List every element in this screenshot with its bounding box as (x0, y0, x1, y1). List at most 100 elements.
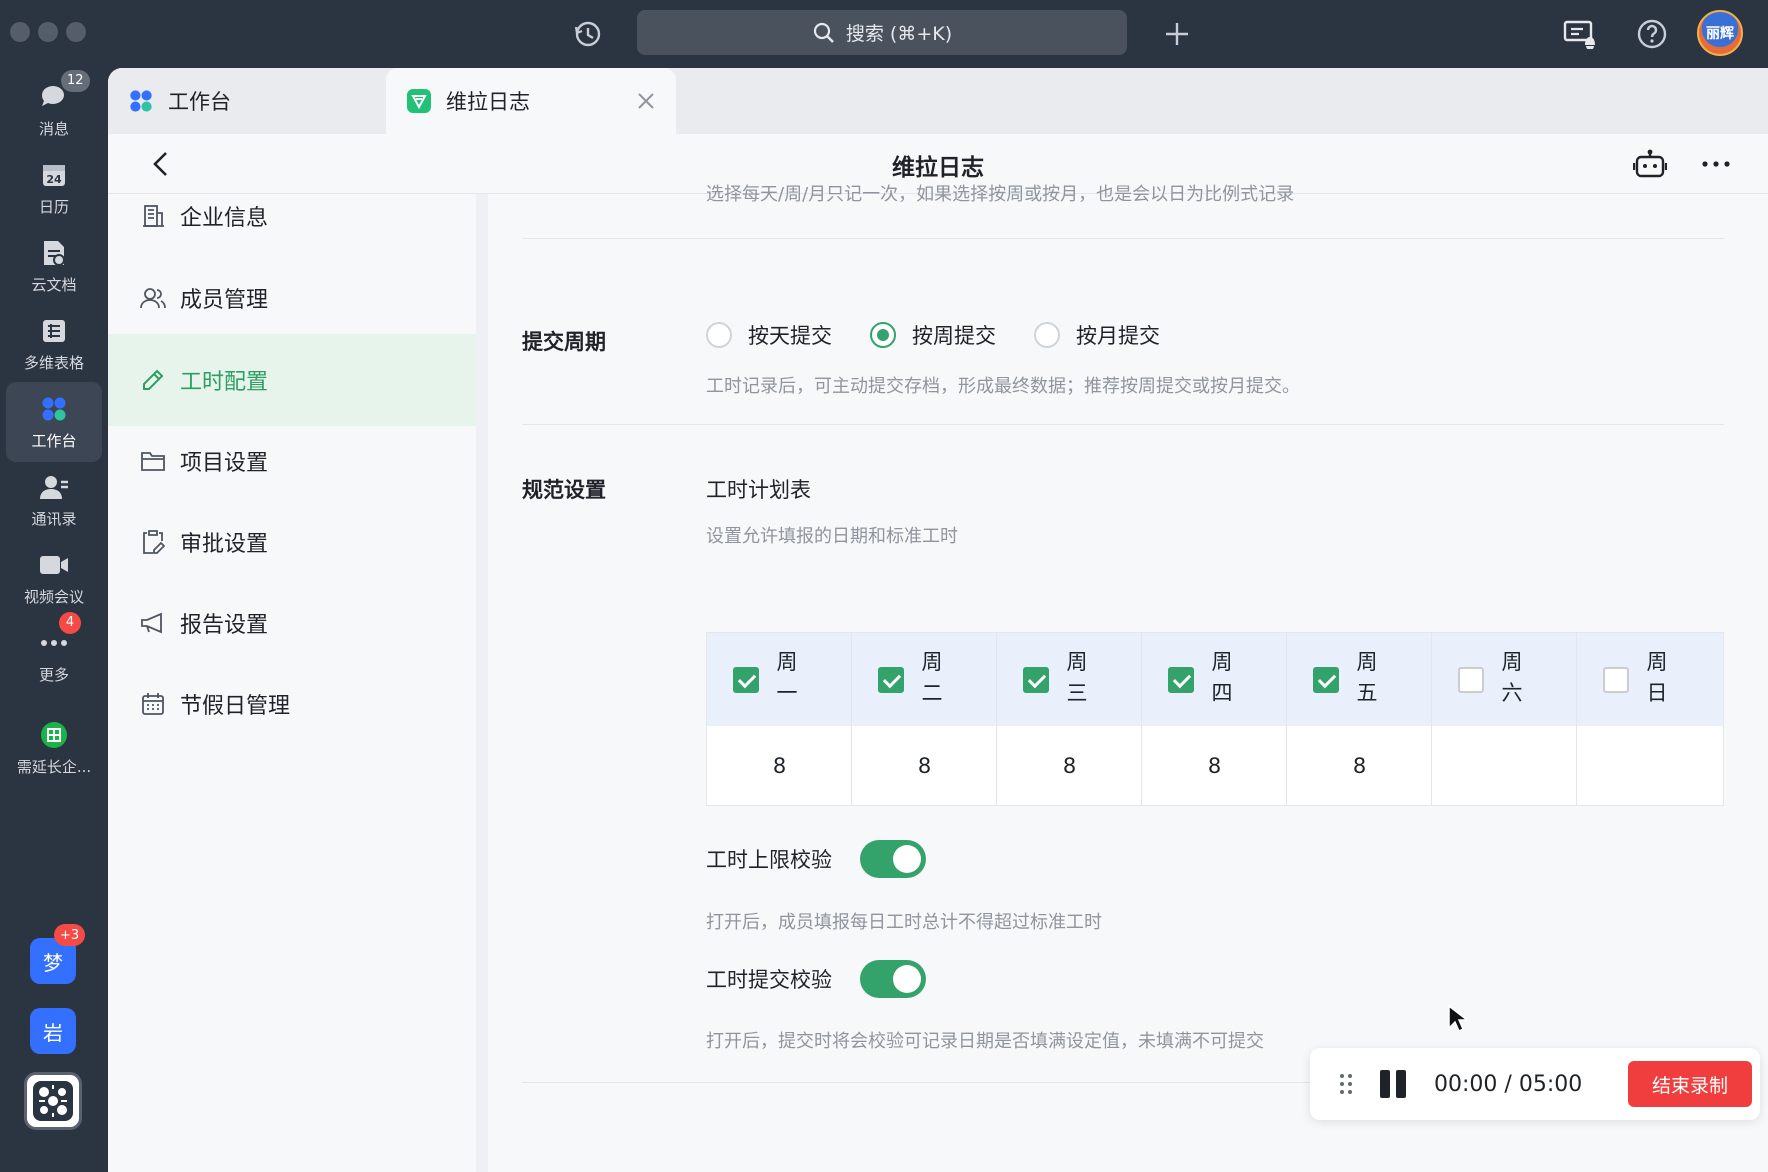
pinned-chat-badge: +3 (54, 924, 86, 946)
workbench-icon (39, 394, 69, 424)
tab-bar: 工作台 维拉日志 (108, 68, 1768, 134)
schedule-title: 工时计划表 (706, 478, 811, 502)
day-checkbox-sat[interactable] (1458, 667, 1484, 693)
nav-item-report-settings[interactable]: 报告设置 (108, 577, 476, 669)
mouse-cursor-icon (1448, 1004, 1467, 1033)
message-icon: 12 (39, 69, 90, 112)
elapsed-time: 00:00 (1434, 1071, 1498, 1097)
hours-cell-mon[interactable]: 8 (707, 726, 852, 805)
schedule-col-sun: 周日 (1577, 633, 1723, 805)
radio-daily[interactable]: 按天提交 (706, 320, 832, 350)
window-zoom-button[interactable] (66, 22, 86, 42)
members-icon (140, 285, 166, 311)
schedule-col-fri: 周五 8 (1287, 633, 1432, 805)
nav-item-hours-config[interactable]: 工时配置 (108, 334, 476, 426)
window-minimize-button[interactable] (38, 22, 58, 42)
hours-cell-tue[interactable]: 8 (852, 726, 997, 805)
tab-vera-log[interactable]: 维拉日志 (386, 68, 676, 134)
nav-item-project-settings[interactable]: 项目设置 (108, 415, 476, 507)
nav-item-approval-settings[interactable]: 审批设置 (108, 496, 476, 588)
help-button[interactable] (1630, 12, 1674, 56)
ellipsis-icon (1702, 161, 1730, 167)
hours-cell-sat[interactable] (1432, 726, 1577, 805)
day-label: 周日 (1646, 650, 1668, 705)
schedule-col-tue: 周二 8 (852, 633, 997, 805)
hours-cell-fri[interactable]: 8 (1287, 726, 1432, 805)
title-bar: 搜索 (⌘+K) 丽辉 (0, 0, 1768, 68)
window-close-button[interactable] (10, 22, 30, 42)
day-checkbox-thu[interactable] (1168, 667, 1194, 693)
svg-text:24: 24 (46, 173, 62, 186)
folder-icon (140, 448, 166, 474)
megaphone-icon (140, 610, 166, 636)
app-rail: 12 消息 24 日历 云文档 多维表格 工作台 通讯录 视频会议 4 更多 需… (0, 68, 108, 1172)
rail-label: 需延长企... (16, 757, 92, 776)
radio-label: 按月提交 (1076, 324, 1160, 348)
nav-label: 节假日管理 (180, 694, 291, 719)
rail-label: 工作台 (31, 431, 77, 450)
hours-cell-thu[interactable]: 8 (1142, 726, 1287, 805)
search-icon (813, 22, 834, 43)
day-checkbox-tue[interactable] (878, 667, 904, 693)
table-icon (39, 316, 69, 346)
notice-button[interactable] (1558, 12, 1602, 56)
global-search[interactable]: 搜索 (⌘+K) (637, 10, 1127, 55)
more-options-button[interactable] (1696, 144, 1736, 184)
rail-item-contacts[interactable]: 通讯录 (6, 460, 102, 540)
pane-divider (476, 194, 488, 1172)
rail-item-bitable[interactable]: 多维表格 (6, 304, 102, 384)
app-launcher-button[interactable] (24, 1072, 82, 1130)
radio-weekly[interactable]: 按周提交 (870, 320, 996, 350)
rail-item-workbench[interactable]: 工作台 (6, 382, 102, 462)
schedule-col-mon: 周一 8 (707, 633, 852, 805)
drag-handle[interactable] (1336, 1069, 1356, 1099)
create-button[interactable] (1157, 14, 1197, 54)
submit-check-row: 工时提交校验 (706, 960, 926, 998)
rail-item-video[interactable]: 视频会议 (6, 538, 102, 618)
drag-handle-icon (1340, 1074, 1352, 1094)
hours-cell-sun[interactable] (1577, 726, 1722, 805)
hours-cell-wed[interactable]: 8 (997, 726, 1142, 805)
day-label: 周五 (1356, 650, 1378, 705)
schedule-col-thu: 周四 8 (1142, 633, 1287, 805)
tab-close-button[interactable] (634, 89, 658, 113)
day-checkbox-fri[interactable] (1313, 667, 1339, 693)
stop-recording-button[interactable]: 结束录制 (1628, 1061, 1752, 1107)
assistant-button[interactable] (1630, 144, 1670, 184)
day-checkbox-wed[interactable] (1023, 667, 1049, 693)
nav-item-members[interactable]: 成员管理 (108, 252, 476, 344)
user-avatar[interactable]: 丽辉 (1697, 10, 1743, 56)
rail-item-more[interactable]: 4 更多 (6, 611, 102, 696)
recording-bar: 00:00 / 05:00 结束录制 (1310, 1048, 1760, 1120)
history-button[interactable] (566, 14, 610, 54)
rail-item-extend-app[interactable]: 需延长企... (6, 708, 102, 788)
pinned-chat-yan[interactable]: 岩 (30, 1008, 76, 1054)
rail-item-calendar[interactable]: 24 日历 (6, 148, 102, 228)
building-icon (140, 203, 166, 229)
day-checkbox-mon[interactable] (733, 667, 759, 693)
total-time: 05:00 (1518, 1071, 1583, 1097)
radio-monthly[interactable]: 按月提交 (1034, 320, 1160, 350)
robot-icon (1633, 149, 1667, 178)
radio-circle-selected (870, 322, 896, 348)
rail-item-docs[interactable]: 云文档 (6, 226, 102, 306)
submit-period-label: 提交周期 (522, 330, 606, 354)
tab-workbench[interactable]: 工作台 (108, 68, 386, 134)
pinned-chat-text: 梦 (43, 950, 63, 975)
rail-label: 消息 (38, 119, 69, 138)
avatar-text: 丽辉 (1706, 26, 1734, 42)
board-bell-icon (1563, 20, 1595, 49)
nav-item-holiday-management[interactable]: 节假日管理 (108, 658, 476, 750)
pause-button[interactable] (1380, 1070, 1408, 1098)
nav-label: 企业信息 (180, 206, 269, 231)
day-checkbox-sun[interactable] (1603, 667, 1629, 693)
submit-check-toggle[interactable] (860, 960, 926, 998)
pattern-app-icon (33, 1081, 73, 1121)
pinned-chat-meng[interactable]: 梦 +3 (30, 924, 86, 984)
rail-item-messages[interactable]: 12 消息 (6, 69, 102, 150)
upper-limit-toggle[interactable] (860, 840, 926, 878)
nav-item-company-info[interactable]: 企业信息 (108, 170, 476, 262)
grid-app-icon (39, 720, 69, 750)
schedule-hint: 设置允许填报的日期和标准工时 (706, 526, 958, 547)
search-placeholder: 搜索 (⌘+K) (845, 23, 953, 45)
